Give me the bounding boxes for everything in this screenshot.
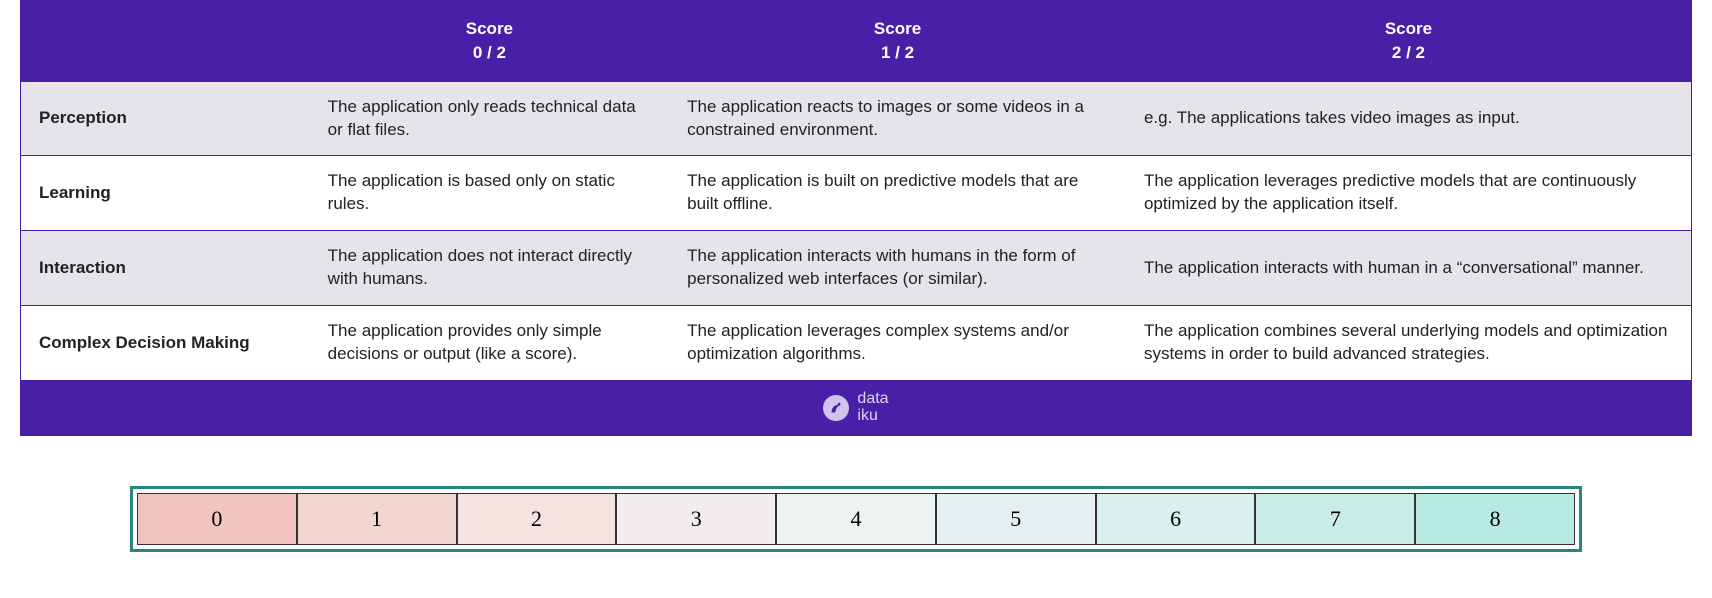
rubric-cell: e.g. The applications takes video images… bbox=[1126, 81, 1692, 156]
table-row: InteractionThe application does not inte… bbox=[21, 231, 1692, 306]
rubric-cell: The application is based only on static … bbox=[310, 156, 669, 231]
table-row: Complex Decision MakingThe application p… bbox=[21, 306, 1692, 381]
row-category: Interaction bbox=[21, 231, 310, 306]
rubric-cell: The application only reads technical dat… bbox=[310, 81, 669, 156]
rubric-cell: The application does not interact direct… bbox=[310, 231, 669, 306]
rubric-cell: The application combines several underly… bbox=[1126, 306, 1692, 381]
rubric-cell: The application leverages predictive mod… bbox=[1126, 156, 1692, 231]
scale-cell-4: 4 bbox=[776, 493, 936, 545]
header-empty bbox=[21, 1, 310, 82]
rubric-cell: The application interacts with humans in… bbox=[669, 231, 1126, 306]
scoring-rubric-table: Score 0 / 2 Score 1 / 2 Score 2 / 2 Perc… bbox=[20, 0, 1692, 381]
scale-cell-6: 6 bbox=[1096, 493, 1256, 545]
footer-bar: data iku bbox=[20, 381, 1692, 436]
row-category: Complex Decision Making bbox=[21, 306, 310, 381]
footer-brand-text: data iku bbox=[857, 391, 888, 425]
table-row: Learning The application is based only o… bbox=[21, 156, 1692, 231]
header-score-2-2: Score 2 / 2 bbox=[1126, 1, 1692, 82]
scale-cell-0: 0 bbox=[137, 493, 297, 545]
rubric-cell: The application leverages complex system… bbox=[669, 306, 1126, 381]
rubric-cell: The application provides only simple dec… bbox=[310, 306, 669, 381]
row-category: Perception bbox=[21, 81, 310, 156]
row-category: Learning bbox=[21, 156, 310, 231]
score-scale: 012345678 bbox=[130, 486, 1582, 552]
scale-cell-3: 3 bbox=[616, 493, 776, 545]
scale-cell-8: 8 bbox=[1415, 493, 1575, 545]
scale-cell-2: 2 bbox=[457, 493, 617, 545]
table-row: PerceptionThe application only reads tec… bbox=[21, 81, 1692, 156]
scale-cell-1: 1 bbox=[297, 493, 457, 545]
header-score-0-2: Score 0 / 2 bbox=[310, 1, 669, 82]
scale-cell-7: 7 bbox=[1255, 493, 1415, 545]
header-score-1-2: Score 1 / 2 bbox=[669, 1, 1126, 82]
rubric-cell: The application reacts to images or some… bbox=[669, 81, 1126, 156]
rubric-cell: The application interacts with human in … bbox=[1126, 231, 1692, 306]
scale-cell-5: 5 bbox=[936, 493, 1096, 545]
rubric-cell: The application is built on predictive m… bbox=[669, 156, 1126, 231]
dataiku-logo-icon bbox=[823, 395, 849, 421]
